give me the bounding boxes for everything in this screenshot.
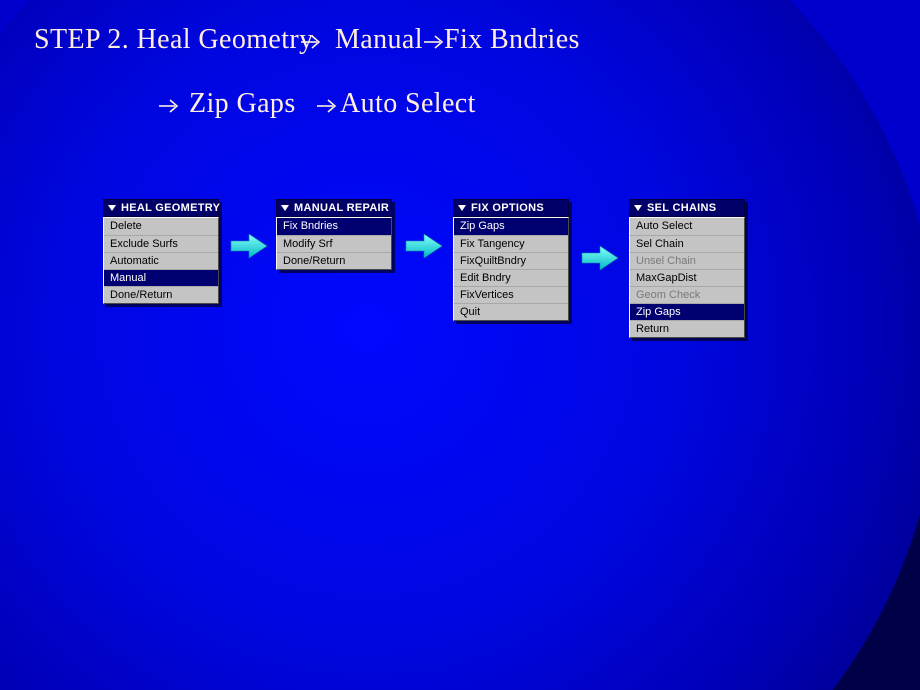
menu-header-fix-options[interactable]: FIX OPTIONS (453, 199, 569, 217)
arrow-right-icon (300, 34, 324, 50)
menu-item-exclude-surfs[interactable]: Exclude Surfs (104, 235, 218, 252)
menu-item-quit[interactable]: Quit (454, 303, 568, 320)
menu-header-heal-geometry[interactable]: HEAL GEOMETRY (103, 199, 219, 217)
triangle-down-icon (108, 205, 116, 211)
arrow-right-icon (158, 98, 182, 114)
heading-manual: Manual (335, 24, 423, 56)
menu-item-done-return[interactable]: Done/Return (104, 286, 218, 303)
heading-zip-gaps: Zip Gaps (189, 88, 296, 120)
menu-item-return[interactable]: Return (630, 320, 744, 337)
triangle-down-icon (458, 205, 466, 211)
flow-arrow-icon (229, 232, 269, 260)
menu-item-fix-bndries[interactable]: Fix Bndries (277, 218, 391, 235)
menu-item-auto-select[interactable]: Auto Select (630, 218, 744, 235)
flow-arrow-icon (404, 232, 444, 260)
menu-item-done-return[interactable]: Done/Return (277, 252, 391, 269)
arrow-right-icon (316, 98, 340, 114)
menu-body: Fix Bndries Modify Srf Done/Return (276, 217, 392, 270)
menu-header-manual-repair[interactable]: MANUAL REPAIR (276, 199, 392, 217)
menu-item-automatic[interactable]: Automatic (104, 252, 218, 269)
menu-body: Delete Exclude Surfs Automatic Manual Do… (103, 217, 219, 304)
menu-manual-repair: MANUAL REPAIR Fix Bndries Modify Srf Don… (276, 199, 392, 270)
menu-heal-geometry: HEAL GEOMETRY Delete Exclude Surfs Autom… (103, 199, 219, 304)
menu-item-fix-quilt-bndry[interactable]: FixQuiltBndry (454, 252, 568, 269)
flow-arrow-icon (580, 244, 620, 272)
heading-step: STEP 2. Heal Geometry (34, 24, 314, 56)
triangle-down-icon (634, 205, 642, 211)
menu-item-zip-gaps[interactable]: Zip Gaps (454, 218, 568, 235)
menu-sel-chains: SEL CHAINS Auto Select Sel Chain Unsel C… (629, 199, 745, 338)
menu-title: MANUAL REPAIR (294, 202, 389, 214)
menu-fix-options: FIX OPTIONS Zip Gaps Fix Tangency FixQui… (453, 199, 569, 321)
menu-item-modify-srf[interactable]: Modify Srf (277, 235, 391, 252)
menu-body: Auto Select Sel Chain Unsel Chain MaxGap… (629, 217, 745, 338)
heading-fix-bndries: Fix Bndries (444, 24, 580, 56)
menu-body: Zip Gaps Fix Tangency FixQuiltBndry Edit… (453, 217, 569, 321)
menu-item-delete[interactable]: Delete (104, 218, 218, 235)
menu-header-sel-chains[interactable]: SEL CHAINS (629, 199, 745, 217)
menu-item-manual[interactable]: Manual (104, 269, 218, 286)
menu-title: FIX OPTIONS (471, 202, 544, 214)
menu-item-zip-gaps[interactable]: Zip Gaps (630, 303, 744, 320)
heading-auto-select: Auto Select (340, 88, 476, 120)
menu-item-edit-bndry[interactable]: Edit Bndry (454, 269, 568, 286)
menu-item-unsel-chain: Unsel Chain (630, 252, 744, 269)
menu-item-sel-chain[interactable]: Sel Chain (630, 235, 744, 252)
triangle-down-icon (281, 205, 289, 211)
menu-item-max-gap-dist[interactable]: MaxGapDist (630, 269, 744, 286)
menu-title: HEAL GEOMETRY (121, 202, 220, 214)
menu-item-geom-check: Geom Check (630, 286, 744, 303)
menu-title: SEL CHAINS (647, 202, 716, 214)
menu-item-fix-vertices[interactable]: FixVertices (454, 286, 568, 303)
menu-item-fix-tangency[interactable]: Fix Tangency (454, 235, 568, 252)
